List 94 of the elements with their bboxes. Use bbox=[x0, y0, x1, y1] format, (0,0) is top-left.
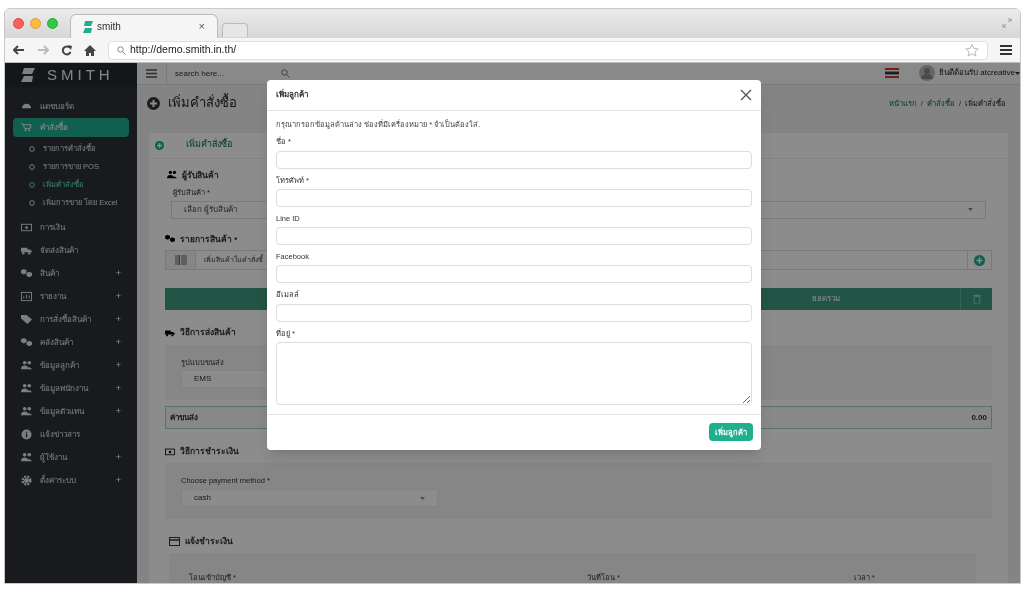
circle-icon bbox=[29, 200, 35, 206]
search-icon bbox=[117, 45, 126, 55]
section-heading: ผู้รับสินค้า bbox=[182, 168, 219, 182]
search-icon[interactable] bbox=[281, 69, 290, 78]
sidebar-item[interactable]: สินค้า + bbox=[13, 262, 129, 285]
input-field[interactable] bbox=[276, 265, 752, 284]
logo-icon bbox=[83, 20, 93, 33]
trash-icon[interactable] bbox=[972, 294, 981, 305]
users-icon bbox=[21, 452, 32, 463]
users-icon bbox=[21, 406, 32, 417]
caret-icon bbox=[1015, 72, 1020, 75]
input-field[interactable] bbox=[276, 188, 752, 207]
flag-icon bbox=[885, 68, 900, 79]
fee-label: ค่าขนส่ง bbox=[170, 411, 199, 424]
cubes-icon bbox=[165, 234, 175, 244]
sidebar-item[interactable]: ผู้ใช้งาน + bbox=[13, 446, 129, 469]
sidebar-item[interactable]: คลังสินค้า + bbox=[13, 331, 129, 354]
truck-icon bbox=[165, 328, 175, 338]
sidebar-item[interactable]: แจ้งข่าวสาร bbox=[13, 423, 129, 446]
circle-icon bbox=[29, 182, 35, 188]
forward-icon[interactable] bbox=[37, 45, 49, 55]
section-heading: รายการสินค้า • bbox=[180, 232, 238, 246]
credit-card-icon bbox=[169, 537, 180, 547]
select-field[interactable]: cash bbox=[181, 489, 438, 508]
users-icon bbox=[21, 360, 32, 371]
section-heading: วิธีการส่งสินค้า bbox=[180, 326, 236, 339]
plus-circle-icon bbox=[147, 96, 160, 110]
avatar-icon[interactable] bbox=[919, 65, 936, 82]
gear-icon bbox=[21, 475, 32, 486]
tag-icon bbox=[21, 314, 32, 325]
menu-icon[interactable] bbox=[1000, 45, 1012, 55]
expand-toggle[interactable]: + bbox=[115, 289, 121, 304]
truck-icon bbox=[21, 245, 32, 256]
star-icon[interactable] bbox=[965, 43, 979, 57]
expand-toggle[interactable]: + bbox=[115, 335, 121, 350]
modal-title: เพิ่มลูกค้า bbox=[276, 89, 308, 101]
sidebar-item[interactable]: ข้อมูลตัวแทน + bbox=[13, 400, 129, 423]
expand-toggle[interactable]: + bbox=[115, 312, 121, 327]
expand-toggle[interactable]: + bbox=[115, 473, 121, 488]
home-icon[interactable] bbox=[84, 44, 96, 56]
close-window-icon[interactable] bbox=[13, 18, 24, 29]
cubes-icon bbox=[21, 337, 32, 348]
fullscreen-icon[interactable] bbox=[1002, 18, 1012, 28]
tab-title: smith bbox=[97, 20, 122, 34]
users-icon bbox=[21, 383, 32, 394]
barcode-icon bbox=[174, 255, 187, 266]
user-menu[interactable]: ยินดีต้อนรับ atcreative bbox=[939, 67, 1015, 80]
sidebar-item[interactable]: จัดส่งสินค้า bbox=[13, 239, 129, 262]
sidebar-item[interactable]: การเงิน bbox=[13, 216, 129, 239]
users-icon bbox=[167, 170, 177, 180]
maximize-window-icon[interactable] bbox=[47, 18, 58, 29]
logo-icon bbox=[21, 68, 35, 82]
expand-toggle[interactable]: + bbox=[115, 404, 121, 419]
circle-icon bbox=[29, 164, 35, 170]
close-tab-button[interactable]: × bbox=[198, 18, 205, 35]
logo-text: SMITH bbox=[47, 64, 114, 85]
sidebar-item[interactable]: ข้อมูลพนักงาน + bbox=[13, 377, 129, 400]
expand-toggle[interactable]: + bbox=[115, 450, 121, 465]
caret-icon bbox=[420, 496, 425, 500]
reload-icon[interactable] bbox=[61, 44, 72, 56]
cart-icon bbox=[21, 122, 32, 133]
input-field[interactable] bbox=[276, 227, 752, 245]
sidebar-item[interactable]: แดชบอร์ด bbox=[13, 95, 129, 118]
info-icon bbox=[21, 429, 32, 440]
total-label: ยอดรวม bbox=[812, 293, 840, 306]
sidebar-item[interactable]: รายงาน + bbox=[13, 285, 129, 308]
address-bar[interactable]: http://demo.smith.in.th/ bbox=[108, 40, 988, 60]
back-icon[interactable] bbox=[13, 45, 25, 55]
money-icon bbox=[165, 447, 175, 457]
plus-circle-icon bbox=[155, 140, 164, 150]
panel-title: เพิ่มคำสั่งซื้อ bbox=[186, 138, 232, 152]
expand-toggle[interactable]: + bbox=[115, 358, 121, 373]
sidebar-item[interactable]: ข้อมูลลูกค้า + bbox=[13, 354, 129, 377]
browser-tab[interactable]: smith × bbox=[70, 14, 218, 38]
close-icon[interactable] bbox=[740, 89, 752, 101]
caret-icon bbox=[968, 208, 973, 211]
url-text: http://demo.smith.in.th/ bbox=[130, 42, 238, 58]
minimize-window-icon[interactable] bbox=[30, 18, 41, 29]
chart-icon bbox=[21, 291, 32, 302]
fee-value: 0.00 bbox=[971, 411, 987, 424]
page-title: เพิ่มคำสั่งซื้อ bbox=[168, 93, 237, 113]
money-icon bbox=[21, 222, 32, 233]
section-heading: วิธีการชำระเงิน bbox=[180, 445, 239, 458]
add-product-icon[interactable] bbox=[974, 254, 985, 266]
expand-toggle[interactable]: + bbox=[115, 381, 121, 396]
expand-toggle[interactable]: + bbox=[115, 266, 121, 281]
section-heading: แจ้งชำระเงิน bbox=[185, 535, 233, 548]
cubes-icon bbox=[21, 268, 32, 279]
sidebar-item[interactable]: การสั่งซื้อสินค้า + bbox=[13, 308, 129, 331]
sidebar-item[interactable]: ตั้งค่าระบบ + bbox=[13, 469, 129, 492]
new-tab-button[interactable] bbox=[222, 23, 248, 37]
circle-icon bbox=[29, 146, 35, 152]
input-field[interactable] bbox=[276, 303, 752, 322]
input-field[interactable] bbox=[276, 150, 752, 169]
